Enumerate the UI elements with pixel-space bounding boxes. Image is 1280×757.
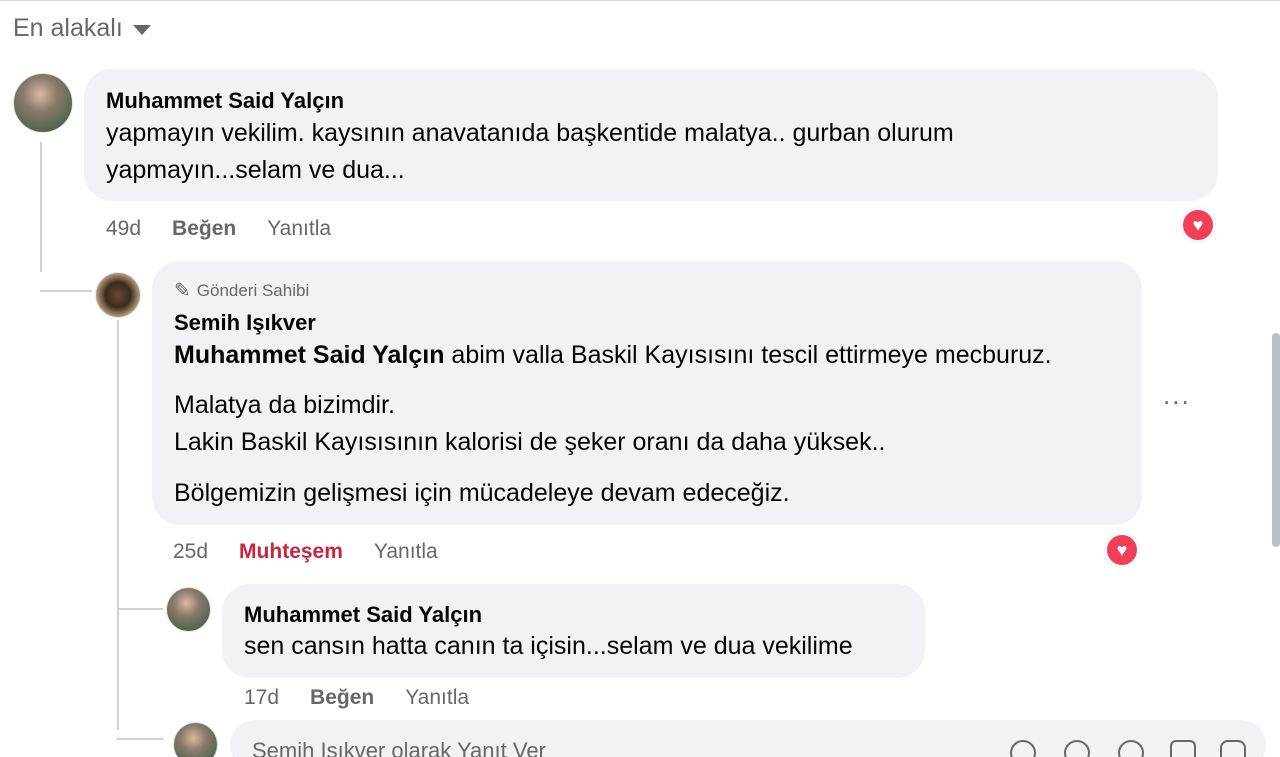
top-divider xyxy=(0,0,1280,1)
owner-badge: ✎ Gönderi Sahibi xyxy=(174,278,309,303)
reply-button[interactable]: Yanıtla xyxy=(405,686,469,710)
comment-author[interactable]: Muhammet Said Yalçın xyxy=(244,602,482,628)
comment-bubble: Muhammet Said Yalçın sen cansın hatta ca… xyxy=(222,584,925,678)
comment-actions: 17d Beğen Yanıtla xyxy=(244,686,469,710)
comment-author[interactable]: Semih Işıkver xyxy=(174,310,316,336)
emoji-icon[interactable] xyxy=(1064,740,1090,757)
owner-badge-label: Gönderi Sahibi xyxy=(196,280,310,300)
comment-text-line: Bölgemizin gelişmesi için mücadeleye dev… xyxy=(174,479,790,507)
avatar-sticker-icon[interactable] xyxy=(1010,740,1036,757)
comment-actions: 49d Beğen Yanıtla xyxy=(106,217,331,241)
more-options-icon[interactable]: ... xyxy=(1163,380,1191,411)
gif-icon[interactable] xyxy=(1170,740,1196,757)
heart-reaction-icon[interactable]: ♥ xyxy=(1105,533,1139,567)
camera-icon[interactable] xyxy=(1118,740,1144,757)
like-button[interactable]: Beğen xyxy=(310,686,374,710)
thread-line xyxy=(40,142,42,272)
heart-reaction-icon[interactable]: ♥ xyxy=(1181,208,1215,242)
comment-author[interactable]: Muhammet Said Yalçın xyxy=(106,88,344,114)
comment-actions: 25d Muhteşem Yanıtla xyxy=(173,540,438,564)
thread-line xyxy=(40,290,92,292)
caret-down-icon xyxy=(132,25,151,35)
comment-time[interactable]: 49d xyxy=(106,217,141,241)
thread-line xyxy=(117,320,119,730)
comment-text-rest: abim valla Baskil Kayısısını tescil etti… xyxy=(444,341,1052,369)
mention-link[interactable]: Muhammet Said Yalçın xyxy=(174,341,444,369)
comment-time[interactable]: 25d xyxy=(173,540,208,564)
sticker-icon[interactable] xyxy=(1220,740,1246,757)
sort-label: En alakalı xyxy=(13,14,123,42)
avatar[interactable] xyxy=(95,272,141,318)
thread-line xyxy=(117,608,163,610)
comment-text-line: Malatya da bizimdir. xyxy=(174,391,395,419)
comment-text-line: Muhammet Said Yalçın abim valla Baskil K… xyxy=(174,337,1052,374)
reaction-button[interactable]: Muhteşem xyxy=(239,540,343,564)
reply-placeholder: Semih Işıkver olarak Yanıt Ver xyxy=(252,738,546,757)
reply-button[interactable]: Yanıtla xyxy=(267,217,331,241)
comment-text-line: sen cansın hatta canın ta içisin...selam… xyxy=(244,632,853,660)
reply-button[interactable]: Yanıtla xyxy=(374,540,438,564)
scrollbar[interactable] xyxy=(1272,333,1280,547)
thread-line xyxy=(117,738,163,740)
pencil-icon: ✎ xyxy=(174,280,191,302)
like-button[interactable]: Beğen xyxy=(172,217,236,241)
comment-sort-dropdown[interactable]: En alakalı xyxy=(13,14,151,43)
reply-input[interactable]: Semih Işıkver olarak Yanıt Ver xyxy=(230,720,1266,757)
comment-bubble: ✎ Gönderi Sahibi Semih Işıkver Muhammet … xyxy=(152,261,1142,525)
comment-text-line: Lakin Baskil Kayısısının kalorisi de şek… xyxy=(174,428,886,456)
comment-text-line: yapmayın...selam ve dua... xyxy=(106,156,405,184)
comment-text-line: yapmayın vekilim. kaysının anavatanıda b… xyxy=(106,119,954,147)
avatar[interactable] xyxy=(13,73,73,133)
avatar[interactable] xyxy=(166,587,211,632)
comment-time[interactable]: 17d xyxy=(244,686,279,710)
avatar xyxy=(173,722,218,757)
comment-bubble: Muhammet Said Yalçın yapmayın vekilim. k… xyxy=(84,69,1218,201)
